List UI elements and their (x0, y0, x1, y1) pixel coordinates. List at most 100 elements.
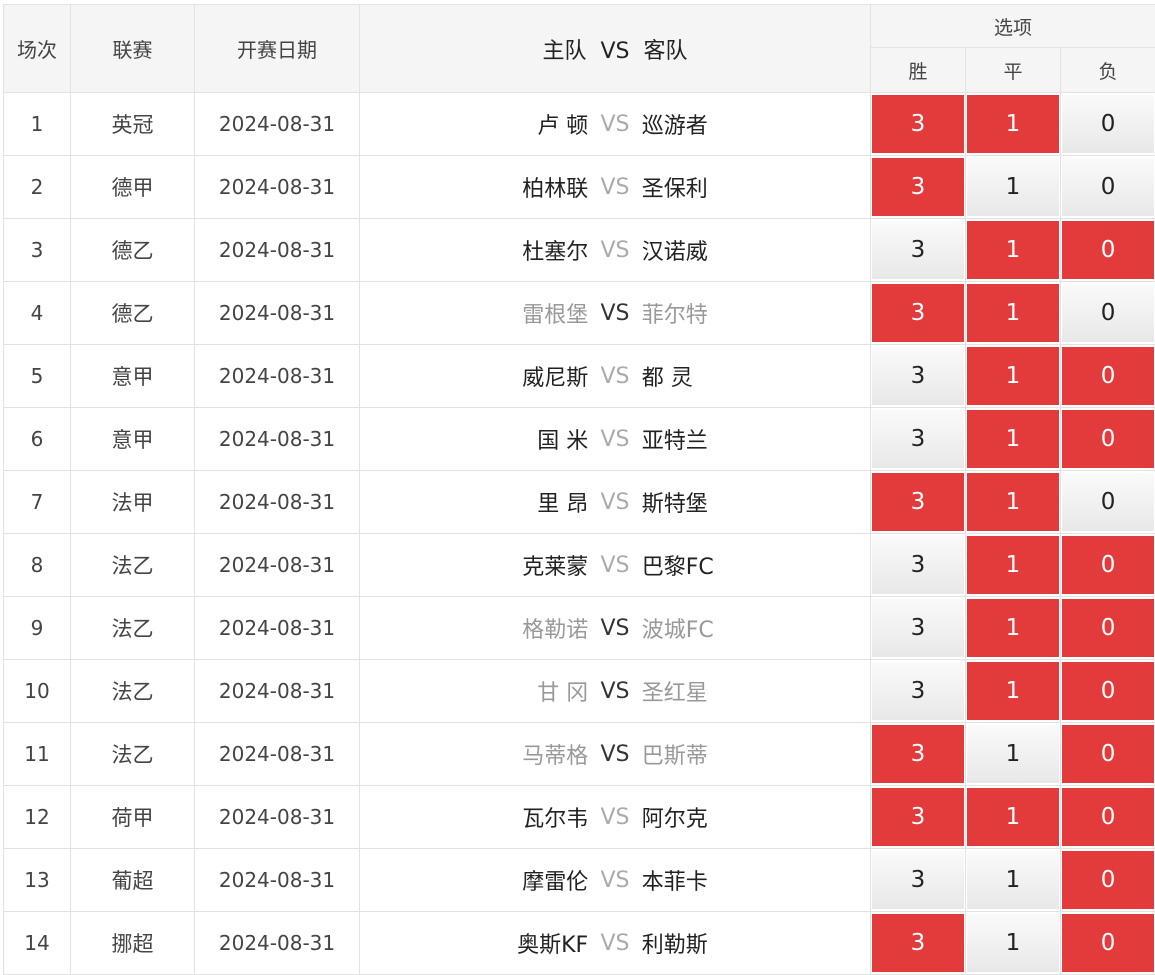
draw-option[interactable]: 1 (967, 284, 1059, 342)
draw-option[interactable]: 1 (967, 725, 1059, 783)
away-team: 圣保利 (642, 171, 870, 203)
match-index: 8 (4, 534, 71, 597)
lose-option[interactable]: 0 (1062, 851, 1154, 909)
lose-option[interactable]: 0 (1062, 473, 1154, 531)
league-cell: 意甲 (71, 345, 195, 408)
table-row: 13 葡超 2024-08-31 摩雷伦 VS 本菲卡 3 1 0 (4, 849, 1155, 912)
vs-label: VS (588, 679, 642, 704)
league-cell: 意甲 (71, 408, 195, 471)
away-team: 巴黎FC (642, 549, 870, 581)
vs-label: VS (588, 301, 642, 326)
lose-option[interactable]: 0 (1062, 221, 1154, 279)
draw-option[interactable]: 1 (967, 158, 1059, 216)
win-option[interactable]: 3 (872, 788, 964, 846)
away-team: 阿尔克 (642, 801, 870, 833)
vs-label: VS (588, 427, 642, 452)
lose-cell: 0 (1061, 408, 1155, 471)
match-cell: 格勒诺 VS 波城FC (360, 597, 871, 660)
match-cell: 雷根堡 VS 菲尔特 (360, 282, 871, 345)
table-row: 7 法甲 2024-08-31 里 昂 VS 斯特堡 3 1 0 (4, 471, 1155, 534)
date-cell: 2024-08-31 (195, 345, 360, 408)
lose-cell: 0 (1061, 345, 1155, 408)
win-option[interactable]: 3 (872, 221, 964, 279)
win-option[interactable]: 3 (872, 662, 964, 720)
away-team: 亚特兰 (642, 423, 870, 455)
win-cell: 3 (871, 93, 966, 156)
lose-cell: 0 (1061, 156, 1155, 219)
match-cell: 柏林联 VS 圣保利 (360, 156, 871, 219)
lose-cell: 0 (1061, 786, 1155, 849)
win-cell: 3 (871, 471, 966, 534)
home-team: 里 昂 (360, 486, 588, 518)
league-cell: 德乙 (71, 282, 195, 345)
lose-option[interactable]: 0 (1062, 284, 1154, 342)
win-option[interactable]: 3 (872, 851, 964, 909)
draw-option[interactable]: 1 (967, 95, 1059, 153)
league-cell: 葡超 (71, 849, 195, 912)
win-option[interactable]: 3 (872, 599, 964, 657)
home-team: 奥斯KF (360, 927, 588, 959)
draw-option[interactable]: 1 (967, 473, 1059, 531)
match-cell: 克莱蒙 VS 巴黎FC (360, 534, 871, 597)
match-index: 7 (4, 471, 71, 534)
match-index: 12 (4, 786, 71, 849)
lose-cell: 0 (1061, 534, 1155, 597)
header-match: 主队 VS 客队 (360, 5, 871, 93)
lose-cell: 0 (1061, 660, 1155, 723)
lose-option[interactable]: 0 (1062, 599, 1154, 657)
win-option[interactable]: 3 (872, 95, 964, 153)
vs-label: VS (588, 238, 642, 263)
win-option[interactable]: 3 (872, 410, 964, 468)
table-row: 4 德乙 2024-08-31 雷根堡 VS 菲尔特 3 1 0 (4, 282, 1155, 345)
draw-cell: 1 (966, 912, 1061, 975)
win-option[interactable]: 3 (872, 347, 964, 405)
win-option[interactable]: 3 (872, 914, 964, 972)
win-option[interactable]: 3 (872, 284, 964, 342)
draw-cell: 1 (966, 93, 1061, 156)
match-cell: 里 昂 VS 斯特堡 (360, 471, 871, 534)
match-cell: 杜塞尔 VS 汉诺威 (360, 219, 871, 282)
table-row: 14 挪超 2024-08-31 奥斯KF VS 利勒斯 3 1 0 (4, 912, 1155, 975)
lose-option[interactable]: 0 (1062, 725, 1154, 783)
lose-option[interactable]: 0 (1062, 536, 1154, 594)
home-team: 克莱蒙 (360, 549, 588, 581)
win-cell: 3 (871, 408, 966, 471)
date-cell: 2024-08-31 (195, 597, 360, 660)
draw-option[interactable]: 1 (967, 347, 1059, 405)
lose-option[interactable]: 0 (1062, 347, 1154, 405)
league-cell: 英冠 (71, 93, 195, 156)
home-team: 杜塞尔 (360, 234, 588, 266)
draw-option[interactable]: 1 (967, 410, 1059, 468)
home-team: 柏林联 (360, 171, 588, 203)
draw-option[interactable]: 1 (967, 599, 1059, 657)
draw-option[interactable]: 1 (967, 851, 1059, 909)
league-cell: 德甲 (71, 156, 195, 219)
win-option[interactable]: 3 (872, 158, 964, 216)
draw-cell: 1 (966, 597, 1061, 660)
away-team: 利勒斯 (642, 927, 870, 959)
win-cell: 3 (871, 156, 966, 219)
league-cell: 法乙 (71, 723, 195, 786)
vs-label: VS (588, 616, 642, 641)
lose-option[interactable]: 0 (1062, 662, 1154, 720)
league-cell: 德乙 (71, 219, 195, 282)
win-option[interactable]: 3 (872, 725, 964, 783)
lose-option[interactable]: 0 (1062, 158, 1154, 216)
lose-option[interactable]: 0 (1062, 95, 1154, 153)
draw-option[interactable]: 1 (967, 788, 1059, 846)
lose-option[interactable]: 0 (1062, 410, 1154, 468)
win-option[interactable]: 3 (872, 473, 964, 531)
header-league: 联赛 (71, 5, 195, 93)
draw-option[interactable]: 1 (967, 914, 1059, 972)
match-index: 11 (4, 723, 71, 786)
win-option[interactable]: 3 (872, 536, 964, 594)
lose-option[interactable]: 0 (1062, 788, 1154, 846)
date-cell: 2024-08-31 (195, 93, 360, 156)
draw-cell: 1 (966, 723, 1061, 786)
draw-option[interactable]: 1 (967, 536, 1059, 594)
date-cell: 2024-08-31 (195, 723, 360, 786)
draw-option[interactable]: 1 (967, 221, 1059, 279)
lose-option[interactable]: 0 (1062, 914, 1154, 972)
draw-option[interactable]: 1 (967, 662, 1059, 720)
home-team: 摩雷伦 (360, 864, 588, 896)
